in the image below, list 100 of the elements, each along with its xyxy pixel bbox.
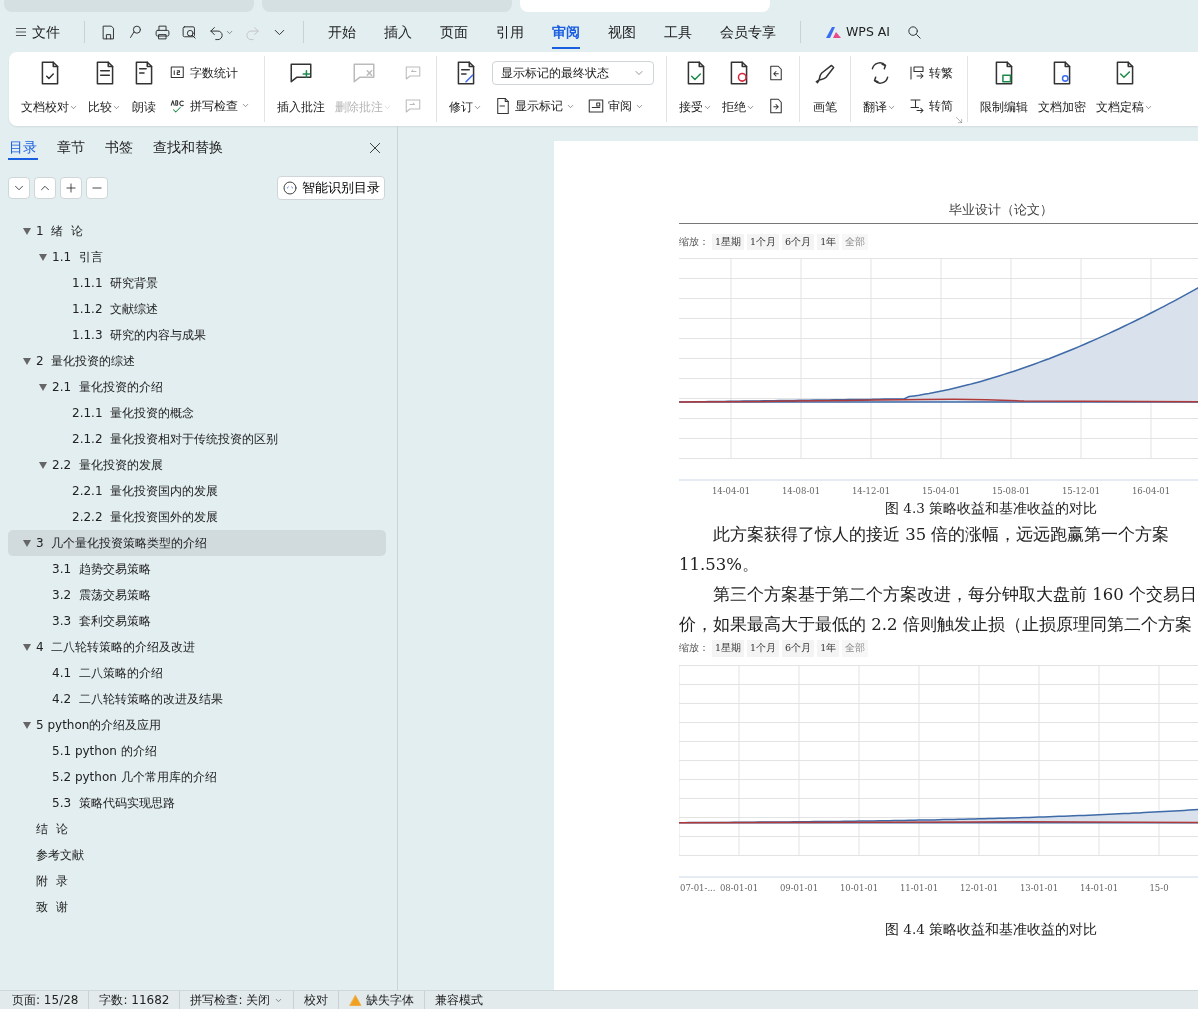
ribbon-button[interactable]: 文档加密 [1034, 56, 1090, 122]
close-icon[interactable] [367, 140, 383, 156]
ai-logo-icon [825, 25, 842, 39]
ribbon-tab[interactable]: 工具 [652, 17, 704, 47]
ai-button[interactable]: WPS AI [813, 18, 903, 46]
ribbon-button[interactable]: 文档校对 [17, 56, 82, 122]
outline-item[interactable]: 3.1 趋势交易策略 [8, 556, 386, 582]
caret-icon [1144, 103, 1153, 112]
ribbon-tab[interactable]: 视图 [596, 17, 648, 47]
caret-icon [112, 103, 121, 112]
expand-triangle-icon[interactable] [39, 253, 47, 261]
menu-icon [14, 25, 28, 39]
outline-item[interactable]: 2.1.2 量化投资相对于传统投资的区别 [8, 426, 386, 452]
status-text[interactable]: 缺失字体 [366, 991, 415, 1009]
ribbon-button[interactable]: 比较 [84, 56, 125, 122]
outline-item[interactable]: 5.3 策略代码实现思路 [8, 790, 386, 816]
panel-tab[interactable]: 书签 [104, 135, 134, 161]
zoom-button[interactable]: 1年 [817, 234, 840, 251]
outline-item[interactable]: 2.2 量化投资的发展 [8, 452, 386, 478]
ribbon-button[interactable]: 拼写检查 [167, 94, 252, 117]
ribbon-button[interactable]: 接受 [675, 56, 716, 122]
outline-item[interactable]: 1.1 引言 [8, 244, 386, 270]
outline-item[interactable]: 5.2 python 几个常用库的介绍 [8, 764, 386, 790]
ribbon-button[interactable]: 字数统计 [167, 61, 240, 84]
ribbon-button[interactable]: 拒绝 [718, 56, 759, 122]
ribbon-tab[interactable]: 会员专享 [708, 17, 788, 47]
zoom-button[interactable]: 1个月 [747, 640, 780, 657]
expand-triangle-icon[interactable] [23, 539, 31, 547]
print-icon[interactable] [154, 23, 171, 41]
axis-label: 12-01-01 [959, 882, 999, 893]
smart-toc-button[interactable]: 智能识别目录 [277, 176, 385, 200]
outline-item[interactable]: 2.2.2 量化投资国外的发展 [8, 504, 386, 530]
ribbon-tab[interactable]: 引用 [484, 17, 536, 47]
ribbon-tab[interactable]: 开始 [316, 17, 368, 47]
outline-item[interactable]: 2.1.1 量化投资的概念 [8, 400, 386, 426]
caret-icon [383, 103, 392, 112]
ribbon-button[interactable]: 文档定稿 [1092, 56, 1157, 122]
body-text: 此方案获得了惊人的接近 35 倍的涨幅，远远跑赢第一个方案 [712, 524, 1170, 547]
ribbon-button[interactable]: 转繁 [906, 61, 955, 84]
zoom-button[interactable]: 6个月 [782, 640, 815, 657]
expand-triangle-icon[interactable] [23, 643, 31, 651]
outline-item[interactable]: 1 绪 论 [8, 218, 386, 244]
save-icon[interactable] [100, 23, 117, 41]
outline-item[interactable]: 3.3 套利交易策略 [8, 608, 386, 634]
expand-triangle-icon[interactable] [23, 721, 31, 729]
outline-item[interactable]: 1.1.3 研究的内容与成果 [8, 322, 386, 348]
outline-item[interactable]: 3 几个量化投资策略类型的介绍 [8, 530, 386, 556]
ribbon-button[interactable]: 画笔 [808, 56, 842, 122]
ribbon-button[interactable]: 审阅 [585, 95, 646, 117]
outline-item[interactable]: 附 录 [8, 868, 386, 894]
review-pane-icon [587, 97, 605, 115]
ribbon-button[interactable]: 限制编辑 [976, 56, 1032, 122]
outline-item[interactable]: 5.1 python 的介绍 [8, 738, 386, 764]
ribbon-button[interactable]: 修订 [445, 56, 486, 122]
figure-caption: 图 4.4 策略收益和基准收益的对比 [885, 920, 1098, 937]
ribbon-button[interactable]: 朗读 [127, 56, 161, 122]
axis-label: 15-04-01 [921, 486, 961, 497]
zoom-button[interactable]: 6个月 [782, 234, 815, 251]
caret-icon [241, 101, 250, 110]
outline-item[interactable]: 参考文献 [8, 842, 386, 868]
zoom-button[interactable]: 1星期 [712, 640, 745, 657]
outline-item[interactable]: 结 论 [8, 816, 386, 842]
outline-item[interactable]: 3.2 震荡交易策略 [8, 582, 386, 608]
panel-tab[interactable]: 章节 [56, 135, 86, 161]
body-text: 第三个方案基于第二个方案改进，每分钟取大盘前 160 个交易日 [712, 584, 1197, 607]
expand-triangle-icon[interactable] [39, 461, 47, 469]
ribbon-tab[interactable]: 页面 [428, 17, 480, 47]
spell-check-status[interactable]: 拼写检查: 关闭 [190, 991, 271, 1009]
expand-triangle-icon[interactable] [39, 383, 47, 391]
axis-label: 15-0 [1149, 882, 1169, 893]
outline-item[interactable]: 致 谢 [8, 894, 386, 920]
axis-label: 09-01-01 [779, 882, 819, 893]
outline-item[interactable]: 5 python的介绍及应用 [8, 712, 386, 738]
ribbon-button[interactable]: 插入批注 [273, 56, 329, 122]
ribbon-button[interactable]: 翻译 [859, 56, 900, 122]
file-menu[interactable]: 文件 [12, 17, 72, 47]
ribbon-tab[interactable]: 审阅 [540, 17, 592, 47]
outline-item[interactable]: 2 量化投资的综述 [8, 348, 386, 374]
outline-item[interactable]: 4 二八轮转策略的介绍及改进 [8, 634, 386, 660]
ribbon-button[interactable]: 转简 [906, 94, 955, 117]
print-preview-icon[interactable] [181, 23, 198, 41]
outline-item[interactable]: 2.1 量化投资的介绍 [8, 374, 386, 400]
outline-item[interactable]: 4.2 二八轮转策略的改进及结果 [8, 686, 386, 712]
outline-item[interactable]: 2.2.1 量化投资国内的发展 [8, 478, 386, 504]
zoom-button[interactable]: 1星期 [712, 234, 745, 251]
axis-label: 13-01-01 [1019, 882, 1059, 893]
panel-tab[interactable]: 目录 [8, 135, 38, 161]
search-icon[interactable] [906, 23, 924, 41]
display-mode-select[interactable]: 显示标记的最终状态 [492, 61, 654, 85]
panel-tab[interactable]: 查找和替换 [152, 135, 224, 161]
expand-triangle-icon[interactable] [23, 357, 31, 365]
zoom-button[interactable]: 1年 [817, 640, 840, 657]
outline-item[interactable]: 4.1 二八策略的介绍 [8, 660, 386, 686]
plus-icon[interactable] [64, 181, 78, 195]
outline-item[interactable]: 1.1.2 文献综述 [8, 296, 386, 322]
zoom-button[interactable]: 1个月 [747, 234, 780, 251]
ribbon-button[interactable]: 显示标记 [492, 95, 577, 117]
ribbon-tab[interactable]: 插入 [372, 17, 424, 47]
outline-item[interactable]: 1.1.1 研究背景 [8, 270, 386, 296]
expand-triangle-icon[interactable] [23, 227, 31, 235]
